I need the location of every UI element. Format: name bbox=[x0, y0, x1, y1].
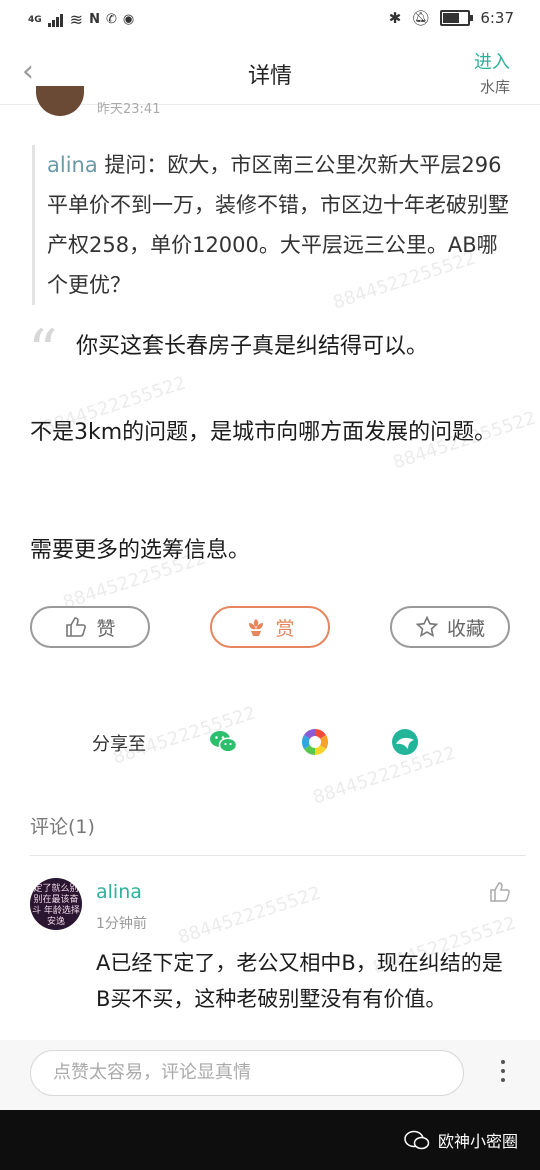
group-name: 水库 bbox=[479, 78, 510, 96]
quote-mark-icon: “ bbox=[28, 317, 58, 385]
mute-icon: 🔕︎ bbox=[411, 9, 431, 27]
footer-bar: 欧神小密圈 bbox=[0, 1110, 540, 1170]
nfc-icon: N bbox=[89, 12, 100, 27]
reward-button[interactable]: 赏 bbox=[210, 606, 330, 648]
clock: 6:37 bbox=[480, 9, 514, 27]
reply-line-1: 你买这套长春房子真是纠结得可以。 bbox=[76, 334, 429, 359]
commenter-name[interactable]: alina bbox=[96, 881, 142, 903]
share-label: 分享至 bbox=[92, 734, 146, 755]
comment-like-icon[interactable] bbox=[488, 880, 512, 904]
like-label: 赞 bbox=[96, 617, 116, 640]
comment-input[interactable]: 点赞太容易，评论显真情 bbox=[30, 1050, 464, 1096]
reply-line-3: 需要更多的选筹信息。 bbox=[30, 538, 251, 563]
comments-title: 评论(1) bbox=[30, 816, 95, 838]
status-bar: 4G ≋ N ✆ ◉ ✱ 🔕︎ 6:37 bbox=[0, 0, 540, 38]
comment-text: A已经下定了，老公又相中B，现在纠结的是B买不买，这种老破别墅没有有价值。 bbox=[96, 951, 503, 1011]
wechat-icon[interactable] bbox=[208, 727, 238, 757]
quoted-text: 提问：欧大，市区南三公里次新大平层296平单价不到一万，装修不错，市区边十年老破… bbox=[47, 153, 509, 297]
brand: 欧神小密圈 bbox=[404, 1128, 518, 1152]
star-icon bbox=[415, 615, 439, 638]
bluetooth-icon: ✱ bbox=[388, 9, 402, 27]
watermark: 8844522255522 bbox=[175, 882, 324, 949]
like-button[interactable]: 赞 bbox=[30, 606, 150, 648]
quoted-user-name[interactable]: alina bbox=[47, 153, 98, 177]
reward-flower-icon bbox=[249, 619, 264, 636]
post-time: 昨天23:41 bbox=[97, 102, 161, 117]
more-options-icon[interactable] bbox=[498, 1060, 508, 1087]
author-avatar[interactable] bbox=[36, 86, 84, 116]
missed-call-icon: ✆ bbox=[105, 12, 117, 27]
reply-line-2: 不是3km的问题，是城市向哪方面发展的问题。 bbox=[30, 420, 497, 445]
quoted-question: alina 提问：欧大，市区南三公里次新大平层296平单价不到一万，装修不错，市… bbox=[32, 145, 517, 305]
wechat-notification-icon: ◉ bbox=[122, 12, 135, 27]
signal-icon bbox=[47, 12, 64, 27]
enter-group-link[interactable]: 进入 bbox=[474, 48, 510, 74]
wechat-logo-icon bbox=[404, 1130, 430, 1150]
comment-time: 1分钟前 bbox=[96, 916, 147, 932]
brand-name: 欧神小密圈 bbox=[437, 1132, 518, 1151]
divider bbox=[30, 855, 526, 856]
wifi-icon: ≋ bbox=[69, 10, 84, 29]
watermark: 8844522255522 bbox=[310, 742, 459, 809]
network-type: 4G bbox=[28, 14, 42, 25]
commenter-avatar[interactable]: 定了就么别 别在最该奋斗 年龄选择安逸 bbox=[30, 878, 82, 930]
favorite-button[interactable]: 收藏 bbox=[390, 606, 510, 648]
battery-icon bbox=[440, 10, 474, 26]
moments-icon[interactable] bbox=[300, 727, 330, 757]
app-share-icon[interactable] bbox=[390, 727, 420, 757]
thumbs-up-icon bbox=[66, 617, 87, 637]
favorite-label: 收藏 bbox=[446, 617, 485, 640]
avatar-text: 定了就么别 别在最该奋斗 年龄选择安逸 bbox=[32, 884, 80, 927]
reward-label: 赏 bbox=[275, 617, 295, 640]
